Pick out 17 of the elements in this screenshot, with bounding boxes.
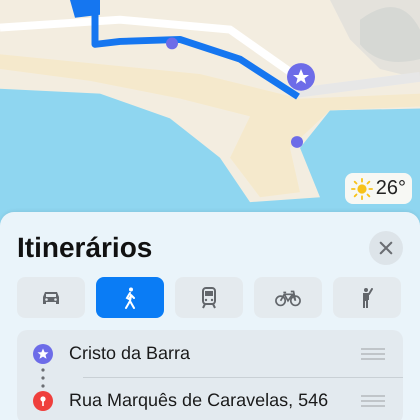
travel-mode-tab[interactable] <box>333 277 401 318</box>
sun-icon <box>350 178 373 200</box>
stop-name[interactable]: Rua Marquês de Caravelas, 546 <box>69 390 361 411</box>
stop-name[interactable]: Cristo da Barra <box>69 343 361 364</box>
temperature: 26° <box>376 177 406 200</box>
travel-mode-tab[interactable] <box>17 277 85 318</box>
drag-handle-icon[interactable] <box>361 394 385 406</box>
sheet-title: Itinerários <box>17 232 152 264</box>
travel-mode-tab[interactable] <box>254 277 322 318</box>
drag-handle-icon[interactable] <box>361 348 385 360</box>
travel-mode-tab[interactable] <box>175 277 243 318</box>
pin-marker-icon <box>33 390 53 410</box>
close-icon <box>379 241 393 255</box>
travel-mode-tab[interactable] <box>96 277 164 318</box>
close-button[interactable] <box>369 231 403 265</box>
route-dots-icon <box>41 368 45 388</box>
star-marker-icon <box>33 344 53 364</box>
